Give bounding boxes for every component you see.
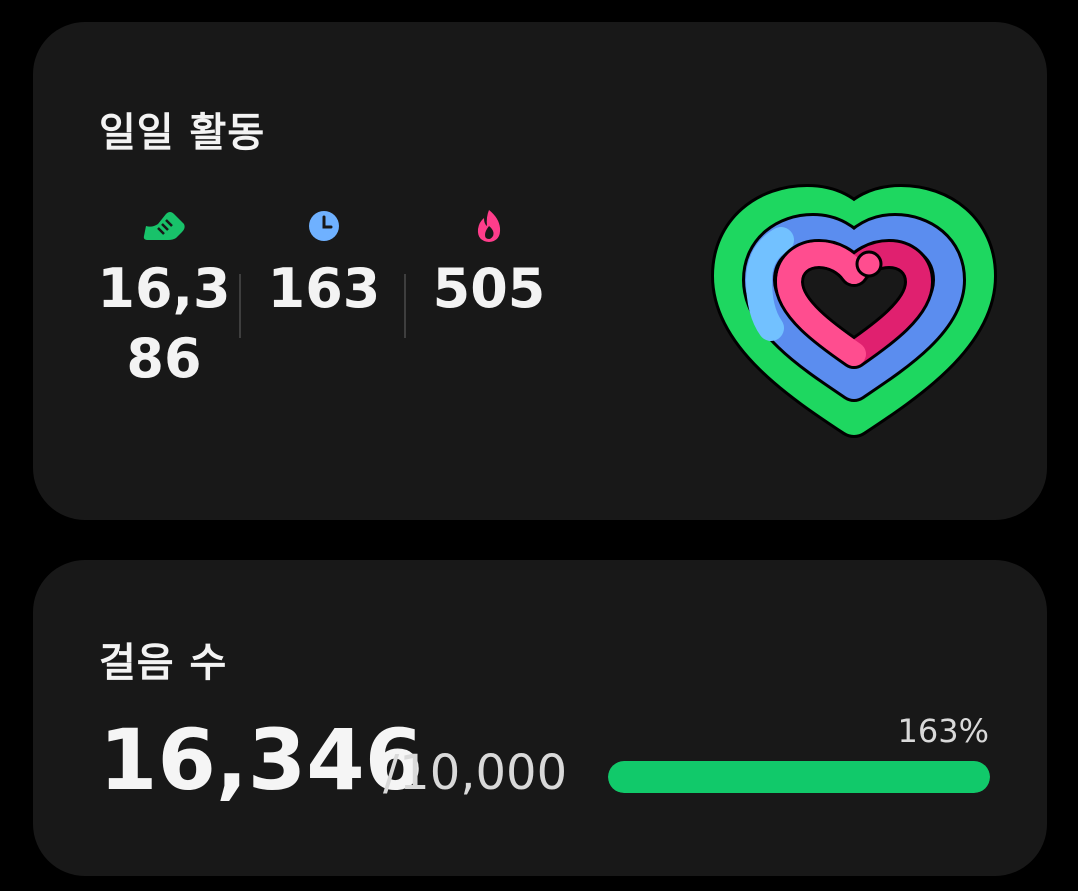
metric-divider [404,274,406,338]
steps-metric: 16,386 [85,208,243,394]
daily-activity-card[interactable]: 일일 활동 16,386 163 505 [33,22,1047,520]
step-count-card[interactable]: 걸음 수 16,346 /10,000 163% [33,560,1047,876]
shoe-icon [143,212,185,240]
metric-divider [239,274,241,338]
calories-value: 505 [432,257,546,320]
progress-percent-label: 163% [897,712,989,750]
activity-rings-heart[interactable] [709,178,999,438]
clock-icon [309,211,339,241]
step-progress-fill [608,761,990,793]
step-progress-bar [608,761,990,793]
active-time-metric: 163 [259,208,389,324]
step-goal-value: /10,000 [383,745,568,801]
steps-value: 16,386 [97,257,231,390]
active-time-value: 163 [267,257,381,320]
step-count-title: 걸음 수 [99,640,228,686]
flame-icon [477,210,501,242]
calories-metric: 505 [425,208,553,324]
daily-activity-title: 일일 활동 [99,110,266,156]
step-count-value: 16,346 [99,711,424,809]
